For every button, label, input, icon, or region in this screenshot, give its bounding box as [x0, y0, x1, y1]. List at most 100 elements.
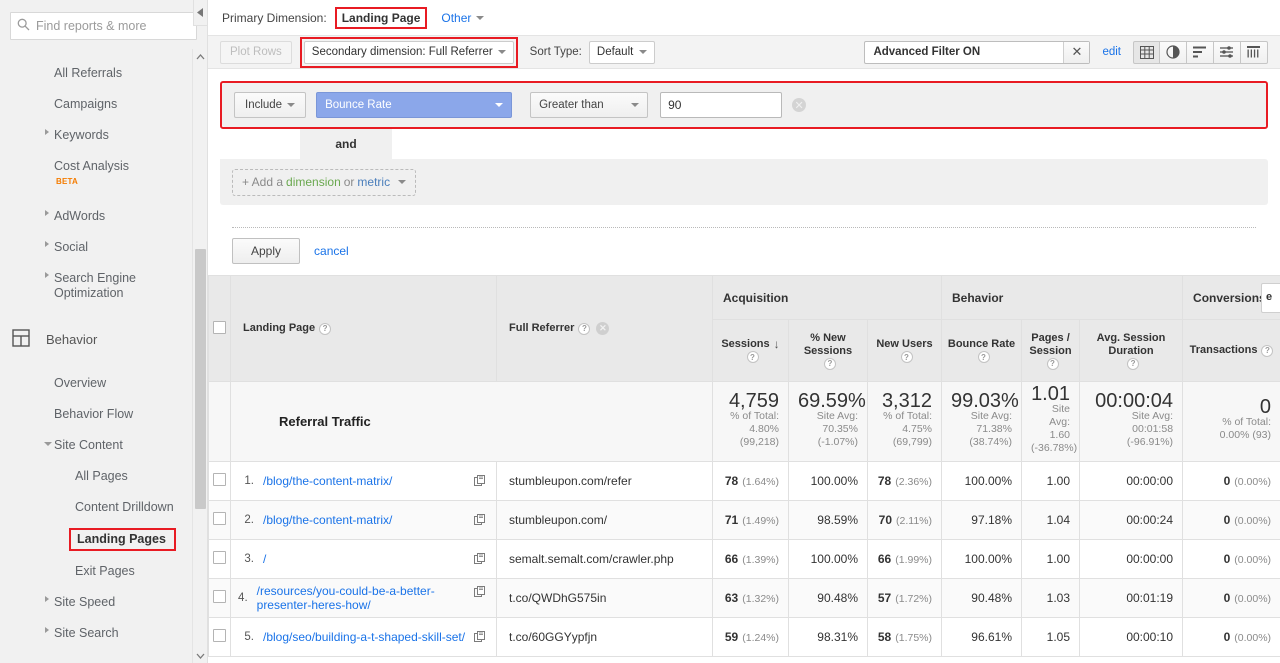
sidebar-item-campaigns[interactable]: Campaigns	[0, 89, 207, 120]
cell-full-referrer: semalt.semalt.com/crawler.php	[496, 539, 713, 579]
filter-include-dropdown[interactable]: Include	[234, 92, 307, 118]
sidebar-item-adwords[interactable]: AdWords	[0, 201, 207, 232]
row-checkbox[interactable]	[213, 551, 226, 564]
header-pages-session[interactable]: Pages / Session?	[1021, 319, 1080, 382]
search-box[interactable]	[10, 12, 197, 40]
row-number: 5.	[244, 631, 254, 643]
apply-button[interactable]: Apply	[232, 238, 301, 264]
cell-bounce_rate: 90.48%	[941, 578, 1022, 618]
sort-type-dropdown[interactable]: Default	[588, 40, 655, 64]
cell-pages_session: 1.03	[1021, 578, 1080, 618]
ecommerce-dropdown[interactable]: e	[1261, 283, 1280, 313]
header-full-referrer[interactable]: Full Referrer ? ✕	[496, 275, 713, 382]
sidebar-item-social[interactable]: Social	[0, 232, 207, 263]
sidebar-item-behavior-flow[interactable]: Behavior Flow	[0, 399, 207, 430]
sidebar-item-exit-pages[interactable]: Exit Pages	[0, 556, 207, 587]
percent: (1.72%)	[895, 593, 932, 605]
primary-dimension-other[interactable]: Other	[441, 11, 485, 25]
row-checkbox[interactable]	[213, 590, 226, 603]
chevron-up-icon[interactable]	[193, 49, 208, 64]
comparison-view-icon[interactable]	[1214, 40, 1241, 64]
filter-metric-dropdown[interactable]: Bounce Rate	[316, 92, 513, 118]
help-icon[interactable]: ?	[977, 351, 990, 363]
group-header-behavior: Behavior	[940, 275, 1184, 320]
sidebar-item-site-search[interactable]: Site Search	[0, 618, 207, 645]
primary-dimension-landing-page[interactable]: Landing Page	[334, 6, 428, 29]
sort-descending-icon[interactable]: ↓	[774, 338, 780, 351]
filter-operator-dropdown[interactable]: Greater than	[530, 92, 649, 118]
secondary-dimension-dropdown[interactable]: Secondary dimension: Full Referrer	[303, 40, 514, 64]
landing-page-link[interactable]: /	[261, 552, 468, 566]
help-icon[interactable]: ?	[1127, 357, 1140, 370]
help-icon[interactable]: ?	[578, 322, 591, 335]
row-checkbox[interactable]	[213, 473, 226, 486]
filter-metric-label: Bounce Rate	[325, 99, 392, 111]
pie-chart-view-icon[interactable]	[1160, 40, 1187, 64]
chevron-right-icon	[45, 596, 49, 603]
help-icon[interactable]: ?	[824, 357, 836, 370]
open-in-new-window-icon[interactable]	[474, 631, 486, 645]
help-icon[interactable]: ?	[900, 351, 913, 363]
sidebar-item-label: All Referrals	[54, 66, 123, 80]
header-sessions[interactable]: Sessions ↓?	[712, 319, 789, 382]
open-in-new-window-icon[interactable]	[474, 586, 486, 600]
plot-rows-button[interactable]: Plot Rows	[220, 40, 292, 64]
cancel-link[interactable]: cancel	[314, 244, 349, 258]
sidebar-section-label: Behavior	[46, 332, 98, 348]
edit-filter-link[interactable]: edit	[1102, 46, 1121, 58]
row-checkbox[interactable]	[213, 512, 226, 525]
sidebar-item-all-pages[interactable]: All Pages	[0, 461, 207, 492]
sidebar-item-cost-analysis[interactable]: Cost Analysis BETA	[0, 151, 207, 201]
open-in-new-window-icon[interactable]	[474, 553, 486, 567]
row-number: 3.	[244, 553, 254, 565]
close-icon[interactable]: ✕	[1063, 41, 1090, 63]
summary-sub-label: % of Total:	[883, 409, 932, 422]
header-new-sessions[interactable]: % New Sessions?	[788, 319, 868, 382]
chevron-down-icon[interactable]	[193, 648, 208, 663]
search-input[interactable]	[36, 19, 196, 33]
sidebar-collapse-button[interactable]	[193, 0, 208, 26]
row-checkbox[interactable]	[213, 629, 226, 642]
filter-value-input[interactable]	[660, 92, 783, 118]
remove-filter-icon[interactable]: ✕	[792, 98, 807, 112]
sidebar-item-content-drilldown[interactable]: Content Drilldown	[0, 492, 207, 523]
sidebar-item-overview[interactable]: Overview	[0, 368, 207, 399]
landing-page-link[interactable]: /blog/the-content-matrix/	[261, 474, 468, 488]
remove-secondary-dimension-icon[interactable]: ✕	[596, 322, 610, 335]
performance-view-icon[interactable]	[1187, 40, 1214, 64]
advanced-filter-box[interactable]: Advanced Filter ON ✕	[864, 40, 1091, 64]
sidebar-item-keywords[interactable]: Keywords	[0, 120, 207, 151]
header-avg-session-duration[interactable]: Avg. Session Duration?	[1078, 319, 1184, 382]
sidebar-section-behavior[interactable]: Behavior	[0, 319, 207, 360]
help-icon[interactable]: ?	[1261, 344, 1274, 357]
table-view-icon[interactable]	[1133, 40, 1160, 64]
value: 00:00:00	[1126, 552, 1174, 566]
summary-sub-label: Site Avg:	[1049, 403, 1070, 428]
main-content: Primary Dimension: Landing Page Other Pl…	[208, 0, 1280, 663]
open-in-new-window-icon[interactable]	[474, 514, 486, 528]
open-in-new-window-icon[interactable]	[474, 475, 486, 489]
landing-page-link[interactable]: /blog/the-content-matrix/	[261, 513, 468, 527]
pivot-view-icon[interactable]	[1241, 40, 1268, 64]
sidebar-item-all-referrals[interactable]: All Referrals	[0, 58, 207, 89]
help-icon[interactable]: ?	[746, 351, 759, 363]
sidebar-item-landing-pages[interactable]: Landing Pages	[0, 523, 207, 556]
summary-sub-value: 00:01:58	[1132, 422, 1174, 435]
header-landing-page[interactable]: Landing Page ?	[230, 275, 497, 382]
scrollbar-thumb[interactable]	[195, 249, 206, 509]
sidebar-item-site-speed[interactable]: Site Speed	[0, 587, 207, 618]
sidebar-item-search-engine-optimization[interactable]: Search Engine Optimization	[0, 263, 207, 309]
add-dimension-or-metric-button[interactable]: + Add a dimension or metric	[232, 168, 417, 196]
landing-page-link[interactable]: /blog/seo/building-a-t-shaped-skill-set/	[261, 630, 468, 644]
help-icon[interactable]: ?	[1046, 357, 1059, 370]
header-new-users[interactable]: New Users?	[867, 319, 942, 382]
landing-page-link[interactable]: /resources/you-could-be-a-better-present…	[255, 584, 468, 612]
sidebar-item-site-content[interactable]: Site Content	[0, 430, 207, 461]
header-transactions[interactable]: Transactions?	[1182, 319, 1280, 382]
help-icon[interactable]: ?	[319, 322, 332, 335]
sidebar-scrollbar[interactable]	[192, 49, 207, 663]
header-bounce-rate[interactable]: Bounce Rate?	[941, 319, 1022, 382]
cell-full-referrer: t.co/60GGYypfjn	[496, 617, 713, 657]
sidebar-item-label: Site Content	[54, 438, 123, 453]
select-all-checkbox[interactable]	[213, 320, 226, 334]
